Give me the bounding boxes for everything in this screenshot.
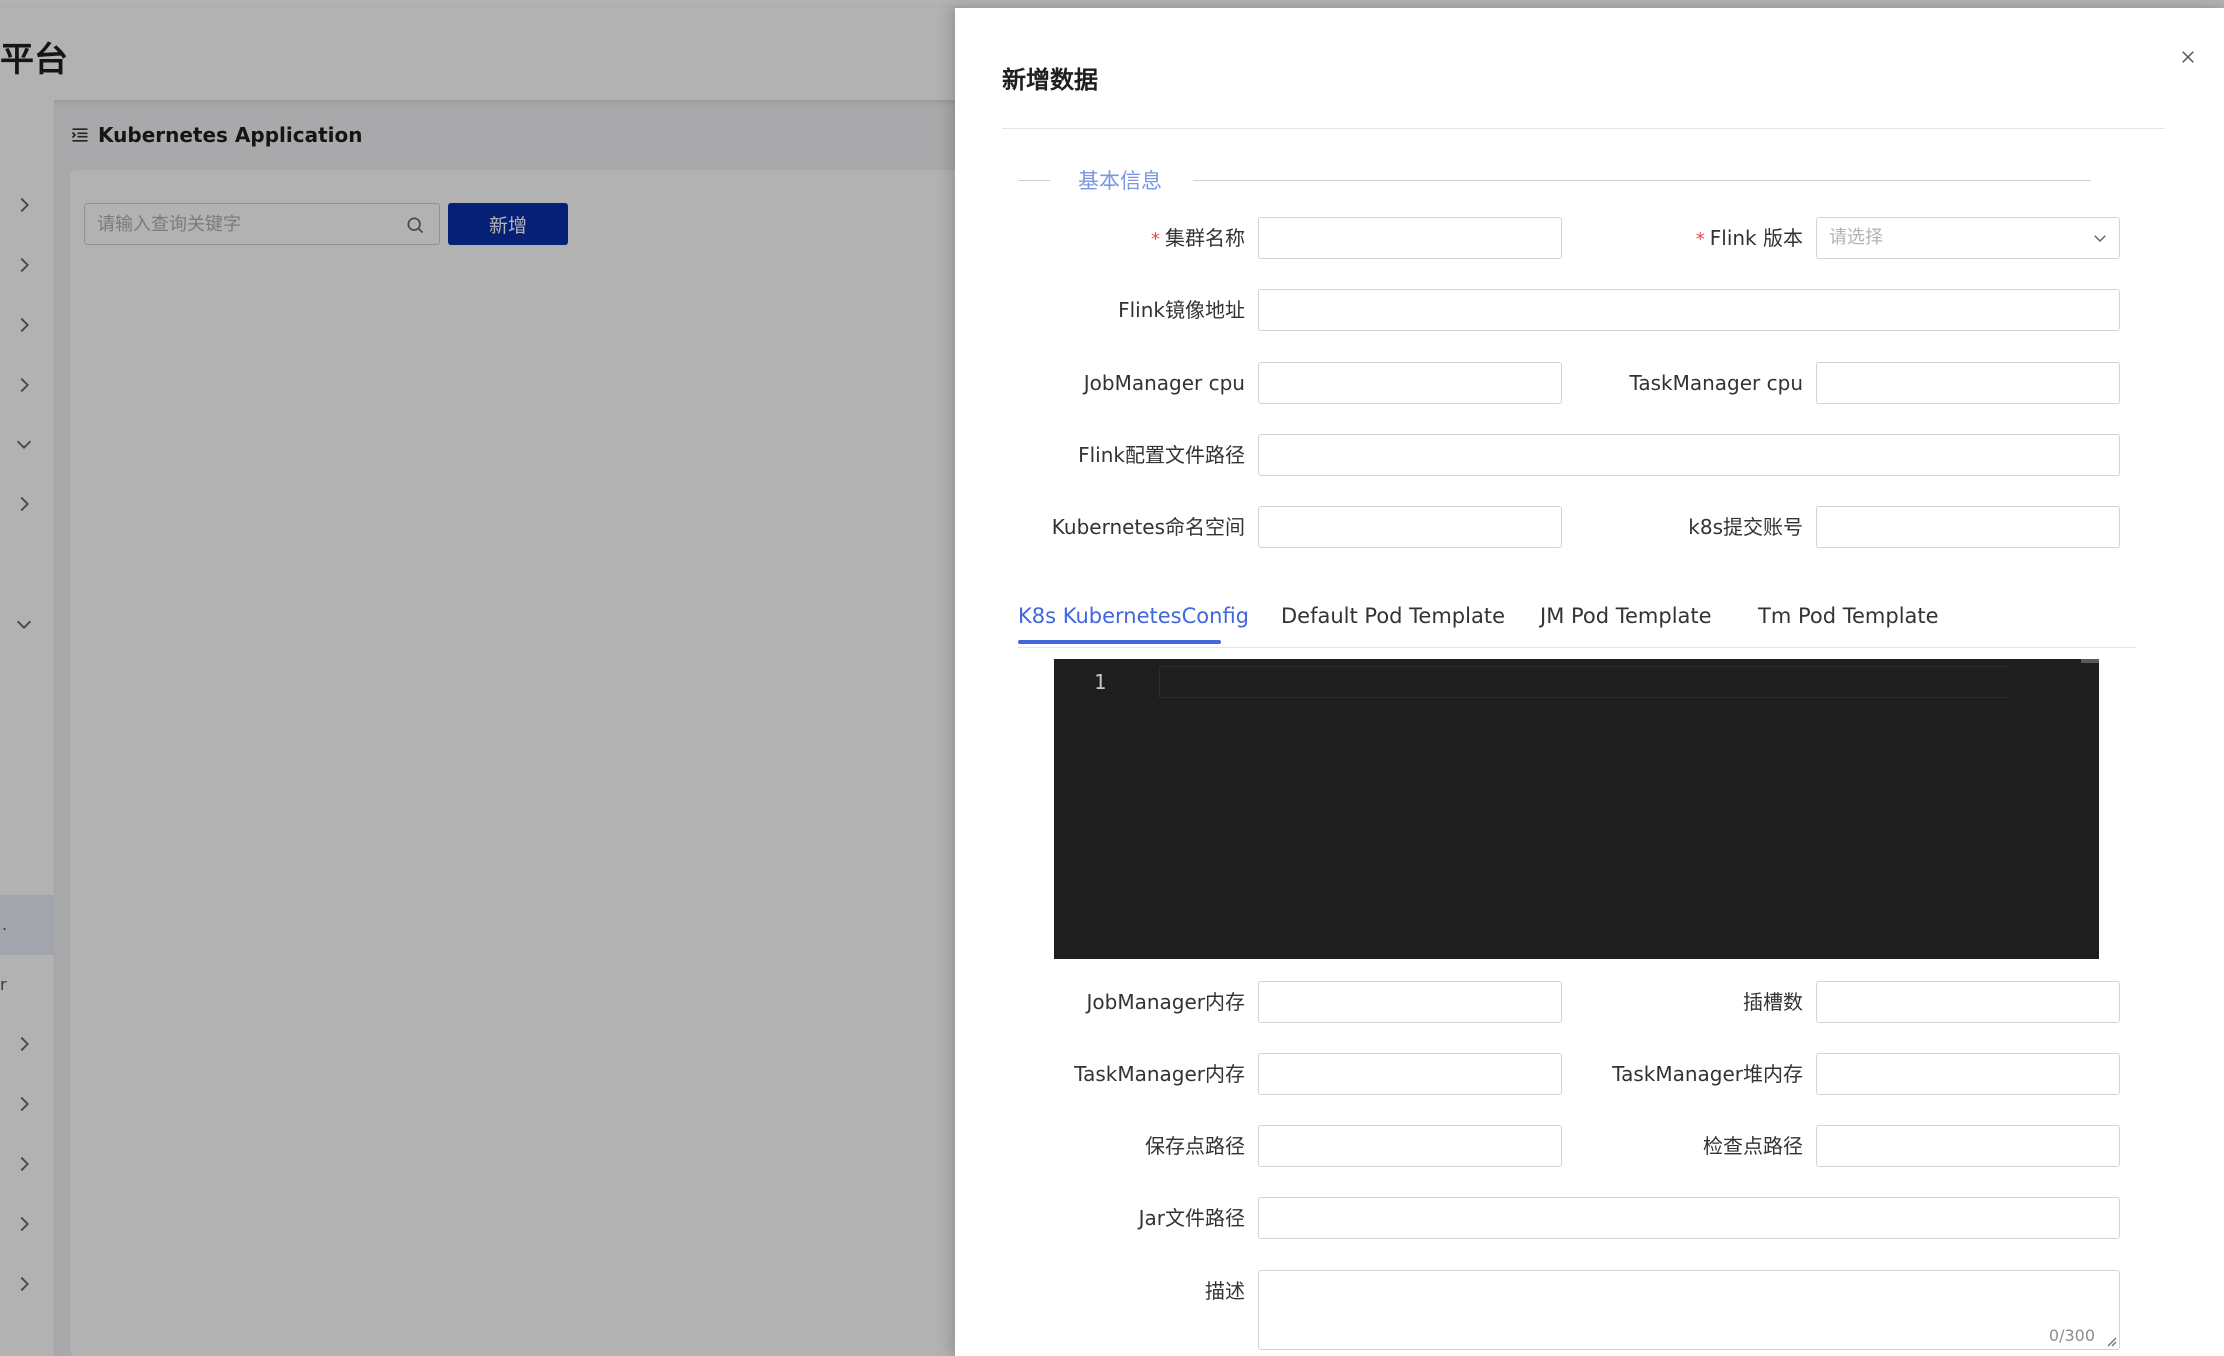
code-editor[interactable]: 1 — [1054, 659, 2099, 959]
description-field[interactable]: 0/300 — [1258, 1270, 2120, 1350]
k8s-account-label: k8s提交账号 — [1688, 515, 1803, 539]
section-divider-left — [1018, 180, 1050, 181]
slots-field[interactable] — [1816, 981, 2120, 1023]
section-divider-right — [1193, 180, 2091, 181]
slots-label: 插槽数 — [1743, 990, 1803, 1014]
active-tab-indicator — [1018, 640, 1221, 644]
tm-heap-field[interactable] — [1816, 1053, 2120, 1095]
tab-k8s-config[interactable]: K8s KubernetesConfig — [1018, 600, 1249, 632]
tm-memory-input[interactable] — [1259, 1054, 1561, 1094]
cluster-name-label-text: 集群名称 — [1165, 226, 1245, 250]
savepoint-path-input[interactable] — [1259, 1126, 1561, 1166]
cluster-name-field[interactable] — [1258, 217, 1562, 259]
flink-conf-path-field[interactable] — [1258, 434, 2120, 476]
flink-image-input[interactable] — [1259, 290, 2119, 330]
flink-version-label-text: Flink 版本 — [1709, 226, 1803, 250]
checkpoint-path-field[interactable] — [1816, 1125, 2120, 1167]
slots-input[interactable] — [1817, 982, 2119, 1022]
jm-cpu-input[interactable] — [1259, 363, 1561, 403]
jar-path-input[interactable] — [1259, 1198, 2119, 1238]
tab-tm-pod-template[interactable]: Tm Pod Template — [1758, 600, 1939, 632]
tm-cpu-label: TaskManager cpu — [1629, 371, 1803, 395]
jar-path-field[interactable] — [1258, 1197, 2120, 1239]
savepoint-path-field[interactable] — [1258, 1125, 1562, 1167]
k8s-namespace-field[interactable] — [1258, 506, 1562, 548]
flink-version-placeholder: 请选择 — [1829, 227, 1883, 248]
checkpoint-path-input[interactable] — [1817, 1126, 2119, 1166]
k8s-namespace-input[interactable] — [1259, 507, 1561, 547]
k8s-account-field[interactable] — [1816, 506, 2120, 548]
tm-heap-label: TaskManager堆内存 — [1612, 1062, 1803, 1086]
jm-memory-label: JobManager内存 — [1086, 990, 1246, 1014]
drawer-divider — [1002, 128, 2165, 129]
jar-path-label: Jar文件路径 — [1138, 1206, 1245, 1230]
description-label: 描述 — [1205, 1279, 1245, 1303]
tab-jm-pod-template[interactable]: JM Pod Template — [1540, 600, 1712, 632]
flink-image-field[interactable] — [1258, 289, 2120, 331]
tm-memory-label: TaskManager内存 — [1074, 1062, 1245, 1086]
drawer-title: 新增数据 — [1002, 66, 1098, 94]
char-count: 0/300 — [2048, 1326, 2095, 1345]
close-icon[interactable] — [2175, 44, 2201, 70]
flink-version-select[interactable]: 请选择 — [1816, 217, 2120, 259]
cluster-name-input[interactable] — [1259, 218, 1561, 258]
chevron-down-icon — [2094, 235, 2106, 243]
add-data-drawer: 新增数据 基本信息 * 集群名称 * Flink 版本 请选择 Flink镜像地址 … — [955, 8, 2224, 1356]
checkpoint-path-label: 检查点路径 — [1703, 1134, 1803, 1158]
tm-cpu-field[interactable] — [1816, 362, 2120, 404]
resize-handle-icon[interactable] — [2105, 1335, 2117, 1347]
k8s-namespace-label: Kubernetes命名空间 — [1051, 515, 1245, 539]
tm-memory-field[interactable] — [1258, 1053, 1562, 1095]
savepoint-path-label: 保存点路径 — [1145, 1134, 1245, 1158]
jm-cpu-label: JobManager cpu — [1083, 371, 1245, 395]
config-tabs: K8s KubernetesConfig Default Pod Templat… — [1018, 588, 2136, 648]
cluster-name-label: * 集群名称 — [955, 217, 1245, 259]
flink-image-label: Flink镜像地址 — [1118, 298, 1245, 322]
section-title: 基本信息 — [1078, 169, 1162, 193]
tm-cpu-input[interactable] — [1817, 363, 2119, 403]
flink-version-label: * Flink 版本 — [1575, 217, 1803, 259]
jm-memory-field[interactable] — [1258, 981, 1562, 1023]
jm-memory-input[interactable] — [1259, 982, 1561, 1022]
editor-scrollbar[interactable] — [2081, 659, 2099, 663]
line-number: 1 — [1094, 670, 1107, 694]
required-mark: * — [1695, 229, 1705, 250]
k8s-account-input[interactable] — [1817, 507, 2119, 547]
flink-conf-path-label: Flink配置文件路径 — [1078, 443, 1245, 467]
current-line-highlight — [1159, 666, 2007, 698]
jm-cpu-field[interactable] — [1258, 362, 1562, 404]
description-textarea[interactable] — [1259, 1271, 2119, 1349]
tab-default-pod-template[interactable]: Default Pod Template — [1281, 600, 1505, 632]
flink-conf-path-input[interactable] — [1259, 435, 2119, 475]
tm-heap-input[interactable] — [1817, 1054, 2119, 1094]
required-mark: * — [1151, 229, 1160, 250]
